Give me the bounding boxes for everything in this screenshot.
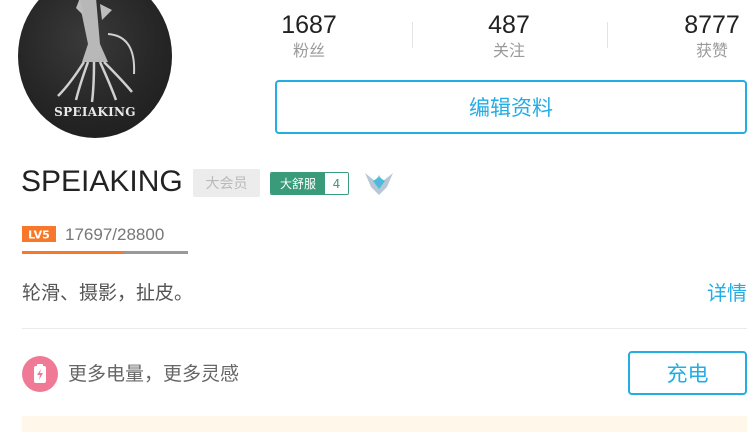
avatar[interactable]: SPEIAKING: [18, 0, 172, 138]
fan-medal[interactable]: 大舒服 4: [270, 172, 349, 195]
username: SPEIAKING: [21, 165, 183, 198]
medal-level: 4: [325, 173, 348, 194]
stat-divider: [412, 22, 413, 48]
followers-count: 1687: [281, 11, 337, 39]
exp-progress-bar: [22, 251, 188, 254]
likes-label: 获赞: [695, 41, 728, 60]
pendant-icon[interactable]: [363, 169, 395, 203]
likes-count: 8777: [684, 11, 740, 39]
stat-divider: [607, 22, 608, 48]
level-badge-icon: LV5: [22, 226, 56, 242]
stat-likes[interactable]: 8777 获赞: [677, 10, 747, 62]
medal-name: 大舒服: [271, 173, 325, 194]
charge-button[interactable]: 充电: [628, 351, 747, 395]
vip-badge[interactable]: 大会员: [193, 169, 260, 197]
bio-text: 轮滑、摄影，扯皮。: [22, 282, 194, 304]
charge-promo-text: 更多电量，更多灵感: [68, 363, 240, 385]
svg-text:LV5: LV5: [28, 229, 50, 242]
details-link[interactable]: 详情: [707, 280, 747, 306]
following-label: 关注: [492, 41, 525, 60]
battery-icon: [22, 356, 58, 392]
edit-profile-button[interactable]: 编辑资料: [275, 80, 747, 134]
notice-banner: [22, 416, 747, 432]
exp-text: 17697/28800: [65, 225, 165, 244]
stat-following[interactable]: 487 关注: [474, 10, 544, 62]
exp-progress-fill: [22, 251, 124, 254]
stat-followers[interactable]: 1687 粉丝: [274, 10, 344, 62]
followers-label: 粉丝: [292, 41, 325, 60]
section-divider: [22, 328, 747, 329]
following-count: 487: [488, 11, 530, 39]
avatar-text: SPEIAKING: [54, 105, 136, 119]
